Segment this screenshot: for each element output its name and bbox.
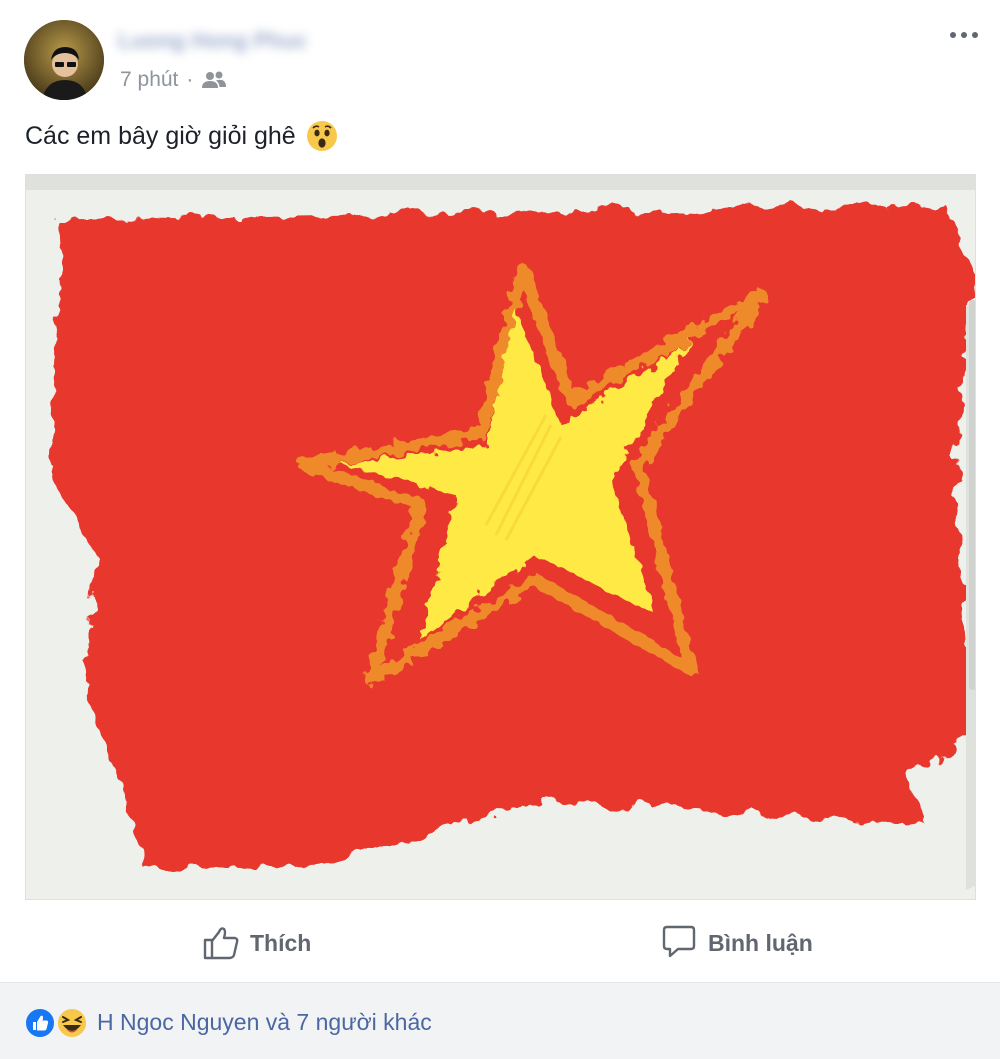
more-options-button[interactable] [946, 20, 982, 50]
post-text: Các em bây giờ giỏi ghê [25, 118, 338, 154]
comment-button[interactable]: Bình luận [660, 912, 813, 974]
vietnam-flag-drawing [26, 175, 975, 899]
post-timestamp[interactable]: 7 phút [120, 66, 178, 94]
reactions-bar: H Ngoc Nguyen và 7 người khác [0, 982, 1000, 1059]
friends-icon[interactable] [201, 70, 227, 90]
thumbs-up-icon [203, 927, 239, 960]
post-text-content: Các em bây giờ giỏi ghê [25, 122, 296, 150]
post-meta: 7 phút · [120, 66, 227, 94]
wow-emoji-icon [306, 120, 338, 152]
post-photo[interactable] [25, 174, 976, 900]
comment-label: Bình luận [708, 929, 813, 956]
like-button[interactable]: Thích [202, 912, 311, 974]
reaction-icons[interactable] [24, 1007, 92, 1039]
post-actions: Thích Bình luận [0, 912, 1000, 974]
like-reaction-icon [24, 1007, 56, 1039]
author-name[interactable]: Luong Hong Phuc [118, 26, 362, 56]
feed-post: Luong Hong Phuc 7 phút · Các em bây giờ … [0, 0, 1000, 1059]
avatar[interactable] [24, 20, 104, 100]
like-label: Thích [250, 929, 312, 956]
reactions-summary[interactable]: H Ngoc Nguyen và 7 người khác [97, 1005, 432, 1039]
haha-reaction-icon [56, 1007, 88, 1039]
more-options-icon [950, 32, 978, 38]
meta-separator: · [186, 68, 194, 91]
comment-icon [662, 925, 696, 958]
